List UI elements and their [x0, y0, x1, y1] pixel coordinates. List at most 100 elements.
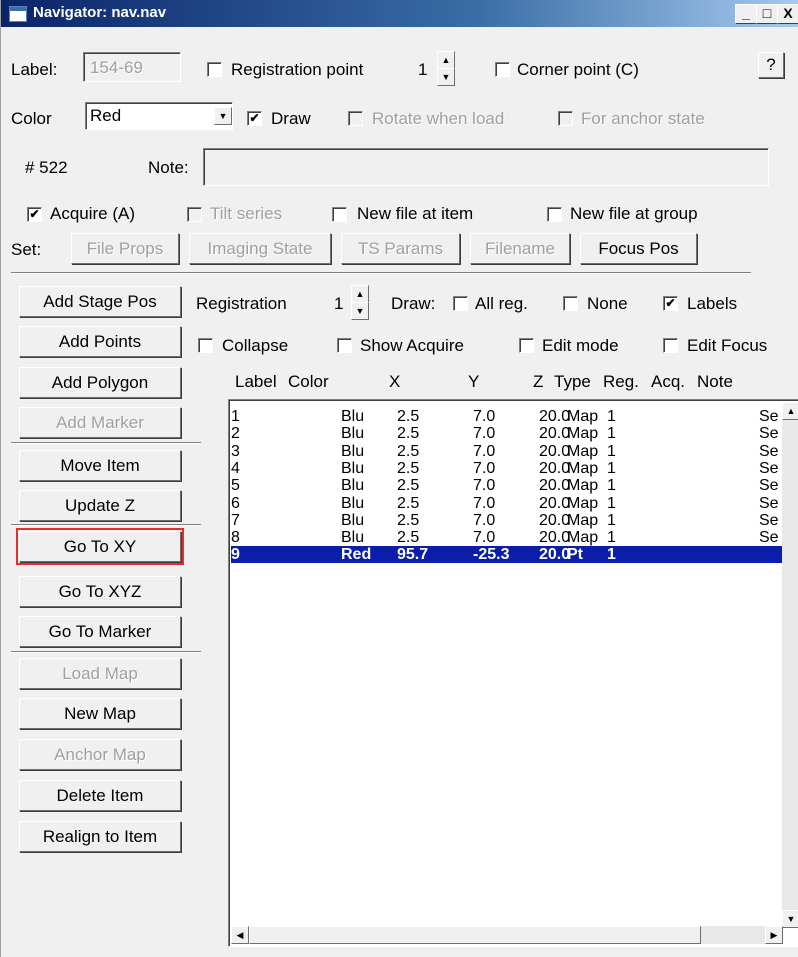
title-bar[interactable]: Navigator: nav.nav _ □ X	[1, 0, 798, 27]
table-row[interactable]: 1 Blu 2.5 7.0 20.0 Map 1 Se	[231, 408, 798, 425]
ts-params-button[interactable]: TS Params	[341, 233, 460, 264]
add-marker-button[interactable]: Add Marker	[19, 407, 181, 438]
cell-type: Map	[567, 477, 599, 495]
go-to-xyz-button[interactable]: Go To XYZ	[19, 576, 181, 607]
move-item-button[interactable]: Move Item	[19, 450, 181, 481]
cell-label: 6	[231, 494, 240, 512]
registration-point-spinner[interactable]: ▲ ▼	[437, 51, 455, 86]
registration-spinner[interactable]: ▲ ▼	[351, 285, 369, 320]
anchor-map-button[interactable]: Anchor Map	[19, 739, 181, 770]
spin-up-icon[interactable]: ▲	[351, 285, 369, 303]
chevron-down-icon[interactable]: ▼	[214, 107, 232, 125]
divider	[11, 272, 751, 274]
cell-z: 20.0	[539, 546, 571, 564]
label-field[interactable]: 154-69	[83, 52, 181, 82]
corner-point-checkbox[interactable]	[495, 62, 510, 77]
update-z-button[interactable]: Update Z	[19, 490, 181, 521]
go-to-marker-button[interactable]: Go To Marker	[19, 616, 181, 647]
divider	[11, 442, 201, 444]
color-dropdown[interactable]: Red ▼	[85, 102, 233, 130]
registration-point-label: Registration point	[231, 60, 364, 79]
help-button[interactable]: ?	[758, 52, 784, 78]
add-polygon-button[interactable]: Add Polygon	[19, 367, 181, 398]
spin-down-icon[interactable]: ▼	[437, 68, 455, 86]
cell-label: 2	[231, 425, 240, 443]
scroll-up-icon[interactable]: ▲	[782, 402, 798, 420]
close-button[interactable]: X	[777, 4, 798, 24]
cell-y: 7.0	[473, 494, 496, 512]
new-map-button[interactable]: New Map	[19, 698, 181, 729]
cell-note: Se	[759, 511, 779, 529]
focus-pos-button[interactable]: Focus Pos	[580, 233, 697, 264]
all-reg-checkbox[interactable]	[453, 296, 468, 311]
file-props-button[interactable]: File Props	[71, 233, 179, 264]
column-header-note: Note	[697, 372, 733, 391]
cell-reg: 1	[607, 442, 616, 460]
realign-to-item-button[interactable]: Realign to Item	[19, 821, 181, 852]
horizontal-scroll-thumb[interactable]	[249, 926, 701, 944]
add-stage-pos-button[interactable]: Add Stage Pos	[19, 286, 181, 317]
item-number: # 522	[25, 158, 68, 177]
filename-button[interactable]: Filename	[470, 233, 570, 264]
cell-x: 2.5	[397, 425, 420, 443]
cell-reg: 1	[607, 459, 616, 477]
label-field-value: 154-69	[90, 58, 143, 77]
cell-label: 3	[231, 442, 240, 460]
new-file-at-item-checkbox[interactable]	[332, 207, 347, 222]
scroll-right-icon[interactable]: ▶	[765, 926, 783, 944]
for-anchor-state-checkbox[interactable]	[558, 111, 573, 126]
add-points-button[interactable]: Add Points	[19, 326, 181, 357]
cell-reg: 1	[607, 494, 616, 512]
tilt-series-checkbox[interactable]	[187, 207, 202, 222]
draw-label: Draw	[271, 109, 311, 128]
label-caption: Label:	[11, 60, 58, 79]
column-header-z: Z	[533, 372, 544, 391]
labels-checkbox[interactable]: ✔	[663, 296, 678, 311]
edit-mode-checkbox[interactable]	[519, 338, 534, 353]
maximize-button[interactable]: □	[756, 4, 778, 24]
cell-y: 7.0	[473, 529, 496, 547]
table-row[interactable]: 3 Blu 2.5 7.0 20.0 Map 1 Se	[231, 443, 798, 460]
rotate-when-load-checkbox[interactable]	[348, 111, 363, 126]
edit-focus-checkbox[interactable]	[663, 338, 678, 353]
labels-label: Labels	[687, 294, 738, 313]
horizontal-scrollbar[interactable]: ◀ ▶	[231, 926, 783, 944]
cell-z: 20.0	[539, 425, 571, 443]
show-acquire-checkbox[interactable]	[337, 338, 352, 353]
acquire-checkbox[interactable]: ✔	[27, 207, 42, 222]
go-to-xy-button[interactable]: Go To XY	[16, 528, 184, 565]
scroll-down-icon[interactable]: ▼	[782, 910, 798, 928]
note-field[interactable]	[203, 148, 769, 186]
cell-type: Map	[567, 459, 599, 477]
table-row[interactable]: 2 Blu 2.5 7.0 20.0 Map 1 Se	[231, 425, 798, 442]
table-row[interactable]: 8 Blu 2.5 7.0 20.0 Map 1 Se	[231, 529, 798, 546]
tilt-series-label: Tilt series	[210, 204, 283, 223]
column-header-type: Type	[554, 372, 591, 391]
none-checkbox[interactable]	[563, 296, 578, 311]
table-row[interactable]: 6 Blu 2.5 7.0 20.0 Map 1 Se	[231, 495, 798, 512]
show-acquire-label: Show Acquire	[360, 336, 464, 355]
imaging-state-button[interactable]: Imaging State	[189, 233, 331, 264]
collapse-checkbox[interactable]	[198, 338, 213, 353]
table-row[interactable]: 9 Red 95.7 -25.3 20.0 Pt 1	[231, 546, 798, 564]
registration-point-checkbox[interactable]	[207, 62, 222, 77]
cell-label: 7	[231, 511, 240, 529]
vertical-scrollbar[interactable]: ▲ ▼	[782, 402, 798, 928]
item-list[interactable]: 1 Blu 2.5 7.0 20.0 Map 1 Se 2 Blu 2.5 7.0 20.0 Map 1 Se…	[228, 399, 798, 947]
scroll-left-icon[interactable]: ◀	[231, 926, 249, 944]
delete-item-button[interactable]: Delete Item	[19, 780, 181, 811]
cell-z: 20.0	[539, 529, 571, 547]
spin-down-icon[interactable]: ▼	[351, 302, 369, 320]
new-file-at-group-checkbox[interactable]	[547, 207, 562, 222]
column-header-acq: Acq.	[651, 372, 686, 391]
load-map-button[interactable]: Load Map	[19, 658, 181, 689]
minimize-button[interactable]: _	[735, 4, 757, 24]
table-row[interactable]: 4 Blu 2.5 7.0 20.0 Map 1 Se	[231, 460, 798, 477]
cell-z: 20.0	[539, 459, 571, 477]
spin-up-icon[interactable]: ▲	[437, 51, 455, 69]
draw-checkbox[interactable]: ✔	[247, 111, 262, 126]
cell-z: 20.0	[539, 442, 571, 460]
table-row[interactable]: 5 Blu 2.5 7.0 20.0 Map 1 Se	[231, 477, 798, 494]
cell-type: Map	[567, 494, 599, 512]
table-row[interactable]: 7 Blu 2.5 7.0 20.0 Map 1 Se	[231, 512, 798, 529]
